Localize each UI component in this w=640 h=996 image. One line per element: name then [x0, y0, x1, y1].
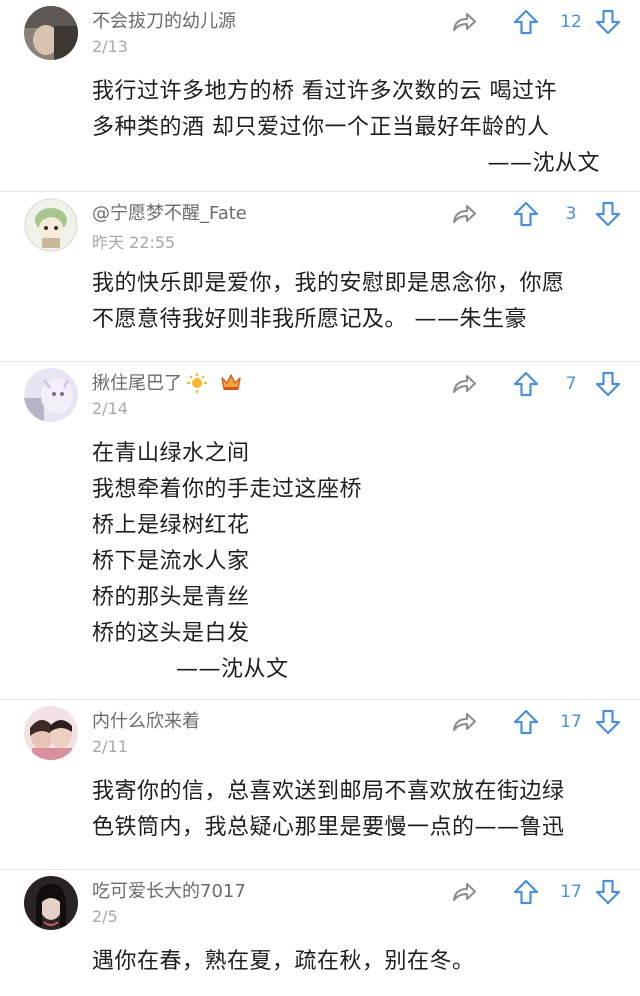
comment-date: 2/11	[92, 737, 128, 756]
comment-text: 我行过许多地方的桥 看过许多次数的云 喝过许 多种类的酒 却只爱过你一个正当最好…	[0, 66, 640, 198]
username[interactable]: 吃可爱长大的7017	[92, 877, 246, 903]
downvote-icon[interactable]	[594, 878, 622, 906]
upvote-count: 3	[565, 204, 577, 224]
comment-line: 色铁筒内，我总疑心那里是要慢一点的——鲁迅	[92, 815, 565, 840]
comment-line: 桥的这头是白发	[92, 621, 250, 646]
share-icon[interactable]	[450, 708, 478, 736]
comment-feed: 不会拔刀的幼儿源 2/13 12 我行过许多地方的桥 看过许多次数的云 喝过许 …	[0, 0, 640, 996]
comment-actions: 17	[450, 708, 622, 736]
comment-line: 我想牵着你的手走过这座桥	[92, 477, 363, 502]
upvote-icon[interactable]	[512, 8, 540, 36]
user-avatar[interactable]	[24, 6, 78, 60]
comment-line: 我的快乐即是爱你，我的安慰即是思念你，你愿	[92, 271, 565, 296]
comment-line: 桥上是绿树红花	[92, 513, 250, 538]
comment-line: 桥下是流水人家	[92, 549, 250, 574]
sun-badge-icon	[187, 373, 207, 393]
comment-line: ——沈从文	[176, 657, 289, 682]
upvote-icon[interactable]	[512, 878, 540, 906]
user-avatar[interactable]	[24, 368, 78, 422]
comment-actions: 3	[450, 200, 622, 228]
user-avatar[interactable]	[24, 198, 78, 252]
comment-item: @宁愿梦不醒_Fate 昨天 22:55 3 我的快乐即是爱你，我的安慰即是思念…	[0, 192, 640, 362]
comment-text: 遇你在春，熟在夏，疏在秋，别在冬。	[0, 936, 640, 996]
comment-actions: 17	[450, 878, 622, 906]
upvote-count: 12	[560, 12, 582, 32]
share-icon[interactable]	[450, 8, 478, 36]
comment-item: 内什么欣来着 2/11 17 我寄你的信，总喜欢送到邮局不喜欢放在街边绿 色铁筒…	[0, 700, 640, 870]
comment-line: 我寄你的信，总喜欢送到邮局不喜欢放在街边绿	[92, 779, 565, 804]
username[interactable]: 内什么欣来着	[92, 707, 200, 733]
upvote-icon[interactable]	[512, 200, 540, 228]
comment-date: 2/5	[92, 907, 118, 926]
share-icon[interactable]	[450, 878, 478, 906]
downvote-icon[interactable]	[594, 370, 622, 398]
downvote-icon[interactable]	[594, 8, 622, 36]
comment-line: 桥的那头是青丝	[92, 585, 250, 610]
user-avatar[interactable]	[24, 876, 78, 930]
comment-line: ——沈从文	[487, 151, 600, 176]
upvote-count: 17	[560, 882, 582, 902]
comment-text: 我的快乐即是爱你，我的安慰即是思念你，你愿 不愿意待我好则非我所愿记及。 ——朱…	[0, 258, 640, 354]
crown-badge-icon	[221, 374, 241, 390]
comment-line: 遇你在春，熟在夏，疏在秋，别在冬。	[92, 949, 475, 974]
comment-text: 在青山绿水之间 我想牵着你的手走过这座桥 桥上是绿树红花 桥下是流水人家 桥的那…	[0, 428, 640, 704]
comment-line: 多种类的酒 却只爱过你一个正当最好年龄的人	[92, 115, 550, 140]
comment-item: 不会拔刀的幼儿源 2/13 12 我行过许多地方的桥 看过许多次数的云 喝过许 …	[0, 0, 640, 192]
downvote-icon[interactable]	[594, 708, 622, 736]
comment-line: 不愿意待我好则非我所愿记及。 ——朱生豪	[92, 307, 527, 332]
comment-item: 吃可爱长大的7017 2/5 17 遇你在春，熟在夏，疏在秋，别在冬。	[0, 870, 640, 996]
comment-line: 我行过许多地方的桥 看过许多次数的云 喝过许	[92, 79, 557, 104]
upvote-count: 7	[565, 374, 577, 394]
comment-date: 2/14	[92, 399, 128, 418]
comment-actions: 12	[450, 8, 622, 36]
upvote-icon[interactable]	[512, 370, 540, 398]
comment-date: 昨天 22:55	[92, 233, 176, 252]
username[interactable]: 不会拔刀的幼儿源	[92, 7, 236, 33]
username[interactable]: 揪住尾巴了	[92, 369, 242, 395]
upvote-count: 17	[560, 712, 582, 732]
share-icon[interactable]	[450, 370, 478, 398]
comment-date: 2/13	[92, 37, 128, 56]
comment-line: 在青山绿水之间	[92, 441, 250, 466]
comment-item: 揪住尾巴了 2/14 7 在青山绿水之间 我想牵着你的手走过这座桥 桥上是绿树红…	[0, 362, 640, 700]
comment-text: 我寄你的信，总喜欢送到邮局不喜欢放在街边绿 色铁筒内，我总疑心那里是要慢一点的—…	[0, 766, 640, 862]
downvote-icon[interactable]	[594, 200, 622, 228]
share-icon[interactable]	[450, 200, 478, 228]
username[interactable]: @宁愿梦不醒_Fate	[92, 199, 247, 225]
upvote-icon[interactable]	[512, 708, 540, 736]
comment-actions: 7	[450, 370, 622, 398]
user-avatar[interactable]	[24, 706, 78, 760]
